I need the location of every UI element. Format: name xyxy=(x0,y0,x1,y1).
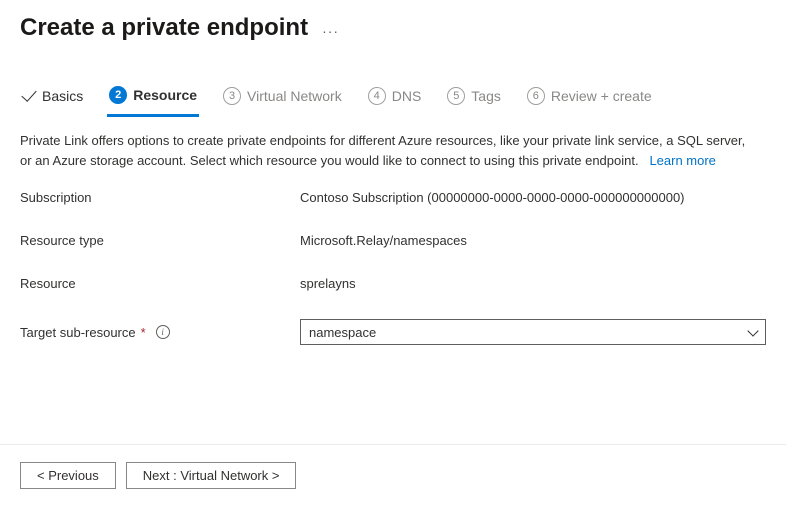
tab-review[interactable]: 6 Review + create xyxy=(525,81,654,117)
tab-virtual-network[interactable]: 3 Virtual Network xyxy=(221,81,344,117)
more-actions-icon[interactable]: ··· xyxy=(322,17,339,39)
description-text: Private Link offers options to create pr… xyxy=(20,131,750,170)
tab-basics-label: Basics xyxy=(42,88,83,104)
tab-dns[interactable]: 4 DNS xyxy=(366,81,424,117)
previous-button[interactable]: < Previous xyxy=(20,462,116,489)
target-sub-label-text: Target sub-resource xyxy=(20,325,136,340)
subscription-value: Contoso Subscription (00000000-0000-0000… xyxy=(300,190,766,205)
page-title: Create a private endpoint xyxy=(20,14,308,42)
tab-number-6: 6 xyxy=(527,87,545,105)
resource-value: sprelayns xyxy=(300,276,766,291)
tab-tags[interactable]: 5 Tags xyxy=(445,81,503,117)
description-body: Private Link offers options to create pr… xyxy=(20,133,745,168)
tab-dns-label: DNS xyxy=(392,88,422,104)
chevron-down-icon xyxy=(747,327,757,337)
tab-resource-label: Resource xyxy=(133,87,197,103)
wizard-tabs: Basics 2 Resource 3 Virtual Network 4 DN… xyxy=(0,50,786,117)
target-sub-resource-select[interactable]: namespace xyxy=(300,319,766,345)
resource-type-label: Resource type xyxy=(20,233,300,248)
info-icon[interactable]: i xyxy=(156,325,170,339)
tab-vnet-label: Virtual Network xyxy=(247,88,342,104)
tab-tags-label: Tags xyxy=(471,88,501,104)
subscription-label: Subscription xyxy=(20,190,300,205)
tab-review-label: Review + create xyxy=(551,88,652,104)
tab-basics[interactable]: Basics xyxy=(20,82,85,116)
footer-divider xyxy=(0,444,786,445)
resource-label: Resource xyxy=(20,276,300,291)
tab-number-3: 3 xyxy=(223,87,241,105)
target-sub-resource-label: Target sub-resource * i xyxy=(20,325,300,340)
tab-number-5: 5 xyxy=(447,87,465,105)
next-button[interactable]: Next : Virtual Network > xyxy=(126,462,297,489)
tab-number-2: 2 xyxy=(109,86,127,104)
tab-number-4: 4 xyxy=(368,87,386,105)
checkmark-icon xyxy=(21,86,36,102)
learn-more-link[interactable]: Learn more xyxy=(649,153,715,168)
required-asterisk: * xyxy=(141,325,146,340)
target-sub-resource-value: namespace xyxy=(309,325,376,340)
tab-resource[interactable]: 2 Resource xyxy=(107,80,199,117)
resource-type-value: Microsoft.Relay/namespaces xyxy=(300,233,766,248)
